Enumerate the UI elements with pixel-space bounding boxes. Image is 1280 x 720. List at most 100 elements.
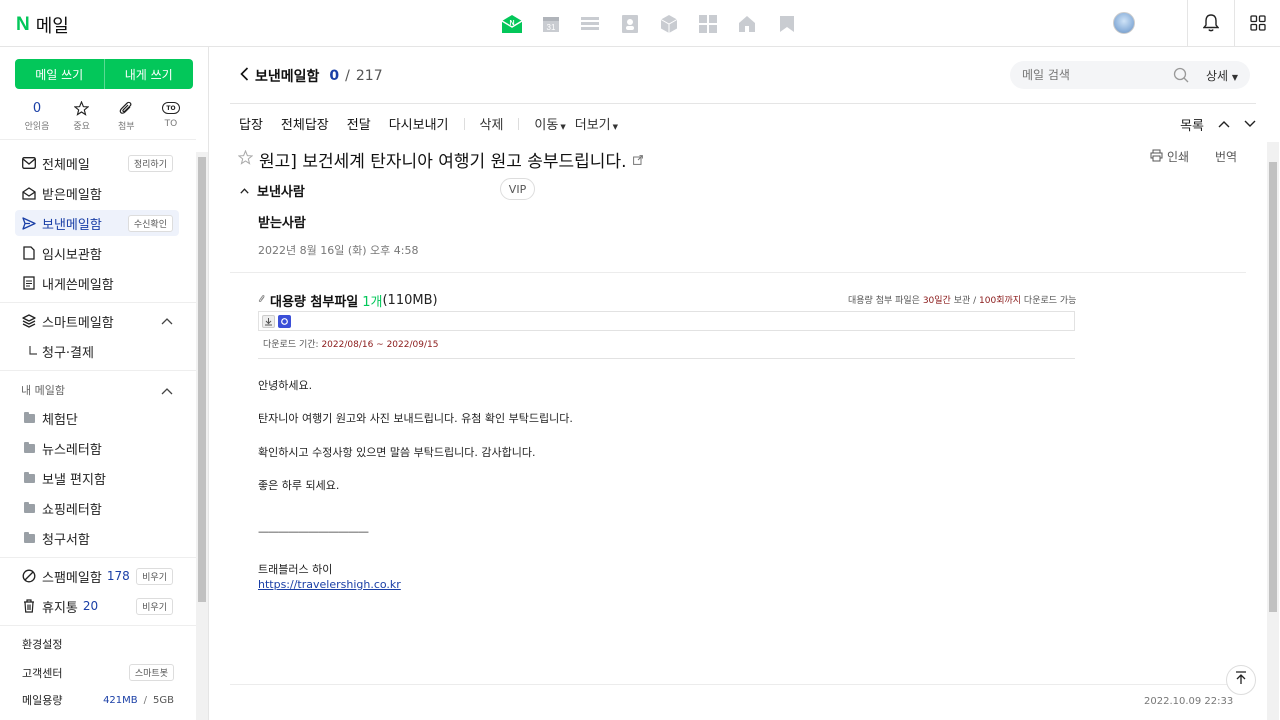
notification-bell-icon[interactable] <box>1187 0 1233 46</box>
list-button[interactable]: 목록 <box>1180 115 1204 134</box>
translate-button[interactable]: 번역 <box>1215 148 1237 165</box>
cloud-save-icon[interactable] <box>278 314 291 328</box>
box-app-icon[interactable] <box>649 13 688 35</box>
folder-experience[interactable]: 체험단 <box>15 405 179 431</box>
folder-label: 체험단 <box>42 412 78 428</box>
profile-avatar[interactable] <box>1113 12 1135 34</box>
open-new-window-icon[interactable] <box>632 150 643 170</box>
folder-spam[interactable]: 스팸메일함 178 비우기 <box>15 563 179 589</box>
smartbot-button[interactable]: 스마트봇 <box>128 664 174 681</box>
folder-label: 뉴스레터함 <box>42 442 102 458</box>
folder-label: 청구서함 <box>42 532 90 548</box>
settings-label: 환경설정 <box>22 638 63 651</box>
reply-button[interactable]: 답장 <box>239 114 263 133</box>
forward-button[interactable]: 전달 <box>347 114 371 133</box>
sender-row[interactable]: 보낸사람 <box>240 181 305 200</box>
to-badge-icon: TO <box>161 102 180 114</box>
mail-scrollbar-thumb[interactable] <box>1269 162 1277 612</box>
folder-icon <box>23 501 35 513</box>
all-services-grid-icon[interactable] <box>1234 0 1280 46</box>
sidebar-divider <box>0 557 196 558</box>
important-filter[interactable]: 중요 <box>60 100 104 132</box>
trash-icon <box>24 599 34 613</box>
inbox-icon <box>22 186 36 200</box>
signature-link[interactable]: https://travelershigh.co.kr <box>258 578 401 591</box>
search-input[interactable] <box>1022 68 1172 82</box>
more-button[interactable]: 더보기 ▼ <box>575 114 618 133</box>
organize-button[interactable]: 정리하기 <box>127 155 173 172</box>
naver-mail-logo[interactable]: N 메일 <box>16 12 69 38</box>
folder-invoices[interactable]: 청구서함 <box>15 525 179 551</box>
sender-label: 보낸사람 <box>257 185 305 200</box>
support-link[interactable]: 고객센터 <box>22 665 62 681</box>
recipient-label: 받는사람 <box>258 216 306 231</box>
caret-down-icon: ▼ <box>612 123 619 131</box>
settings-link[interactable]: 환경설정 <box>22 636 174 652</box>
grid-app-icon[interactable] <box>688 13 727 35</box>
folder-icon <box>23 441 35 453</box>
write-to-self-button[interactable]: 내게 쓰기 <box>105 59 194 89</box>
toolbar-divider <box>518 117 520 130</box>
to-me-filter[interactable]: TO TO <box>149 100 193 132</box>
folder-to-send[interactable]: 보낼 편지함 <box>15 465 179 491</box>
mail-view: 보낸메일함 0 / 217 상세 ▼ 답장 전체답장 전달 다시보내기 삭제 이… <box>210 47 1280 720</box>
empty-trash-button[interactable]: 비우기 <box>136 598 173 615</box>
toolbar-divider <box>463 117 465 130</box>
folder-billing[interactable]: 청구·결제 <box>15 338 179 364</box>
chevron-up-icon[interactable] <box>161 314 173 329</box>
folder-shopping[interactable]: 쇼핑레터함 <box>15 495 179 521</box>
mail-app-icon[interactable]: N <box>492 13 531 35</box>
resend-button[interactable]: 다시보내기 <box>389 114 449 133</box>
vip-badge[interactable]: VIP <box>500 178 535 200</box>
folder-sent[interactable]: 보낸메일함 수신확인 <box>15 210 179 236</box>
chevron-up-icon[interactable] <box>161 384 173 399</box>
move-button[interactable]: 이동 ▼ <box>534 114 565 133</box>
print-button[interactable]: 인쇄 <box>1150 148 1189 165</box>
body-line: 탄자니아 여행기 원고와 사진 보내드립니다. 유첨 확인 부탁드립니다. <box>258 412 573 425</box>
attachment-filter[interactable]: 첨부 <box>104 100 148 132</box>
calendar-app-icon[interactable]: 31 <box>531 13 570 35</box>
list-app-icon[interactable] <box>571 13 610 35</box>
folder-all-mail-label: 전체메일 <box>42 157 90 173</box>
star-icon[interactable] <box>237 149 254 170</box>
reply-all-button[interactable]: 전체답장 <box>281 114 329 133</box>
storage-used: 421MB <box>103 694 138 706</box>
back-chevron-icon[interactable] <box>240 67 249 85</box>
unread-filter[interactable]: 0 안읽음 <box>15 100 59 133</box>
scroll-to-top-button[interactable] <box>1226 665 1256 695</box>
spam-count: 178 <box>106 569 130 583</box>
sidebar-scrollbar-thumb[interactable] <box>198 157 206 602</box>
subfolder-branch-icon <box>29 346 37 355</box>
folder-self[interactable]: 내게쓴메일함 <box>15 270 179 296</box>
folder-drafts[interactable]: 임시보관함 <box>15 240 179 266</box>
write-mail-button[interactable]: 메일 쓰기 <box>15 59 104 89</box>
folder-icon <box>23 411 35 423</box>
folder-newsletter[interactable]: 뉴스레터함 <box>15 435 179 461</box>
home-app-icon[interactable] <box>728 13 767 35</box>
folder-smart[interactable]: 스마트메일함 <box>15 308 179 334</box>
mail-view-header: 보낸메일함 0 / 217 <box>240 66 383 86</box>
caret-down-icon: ▼ <box>1231 73 1239 82</box>
download-icon[interactable] <box>262 314 275 328</box>
previous-mail-chevron-up-icon[interactable] <box>1218 117 1230 132</box>
printer-icon <box>1150 149 1163 165</box>
mail-date: 2022년 8월 16일 (화) 오후 4:58 <box>258 244 419 257</box>
next-mail-chevron-down-icon[interactable] <box>1244 117 1256 132</box>
detail-search-label: 상세 <box>1206 69 1229 83</box>
naver-n-logo: N <box>16 14 30 35</box>
folder-inbox[interactable]: 받은메일함 <box>15 180 179 206</box>
attachment-note-days: 30일간 <box>922 296 951 306</box>
folder-trash[interactable]: 휴지통 20 비우기 <box>15 593 179 619</box>
bookmark-app-icon[interactable] <box>767 13 806 35</box>
delete-button[interactable]: 삭제 <box>480 114 504 133</box>
attachment-note-mid: 보관 / <box>950 296 980 306</box>
read-receipt-button[interactable]: 수신확인 <box>127 215 173 232</box>
my-mailbox-section[interactable]: 내 메일함 <box>21 382 65 398</box>
contacts-app-icon[interactable] <box>610 13 649 35</box>
empty-spam-button[interactable]: 비우기 <box>136 568 173 585</box>
footer-divider <box>230 684 1246 685</box>
detail-search-button[interactable]: 상세 ▼ <box>1206 67 1238 84</box>
storage-row: 메일용량 421MB / 5GB <box>22 692 174 708</box>
folder-all-mail[interactable]: 전체메일 정리하기 <box>15 150 179 176</box>
search-icon[interactable] <box>1173 67 1189 87</box>
